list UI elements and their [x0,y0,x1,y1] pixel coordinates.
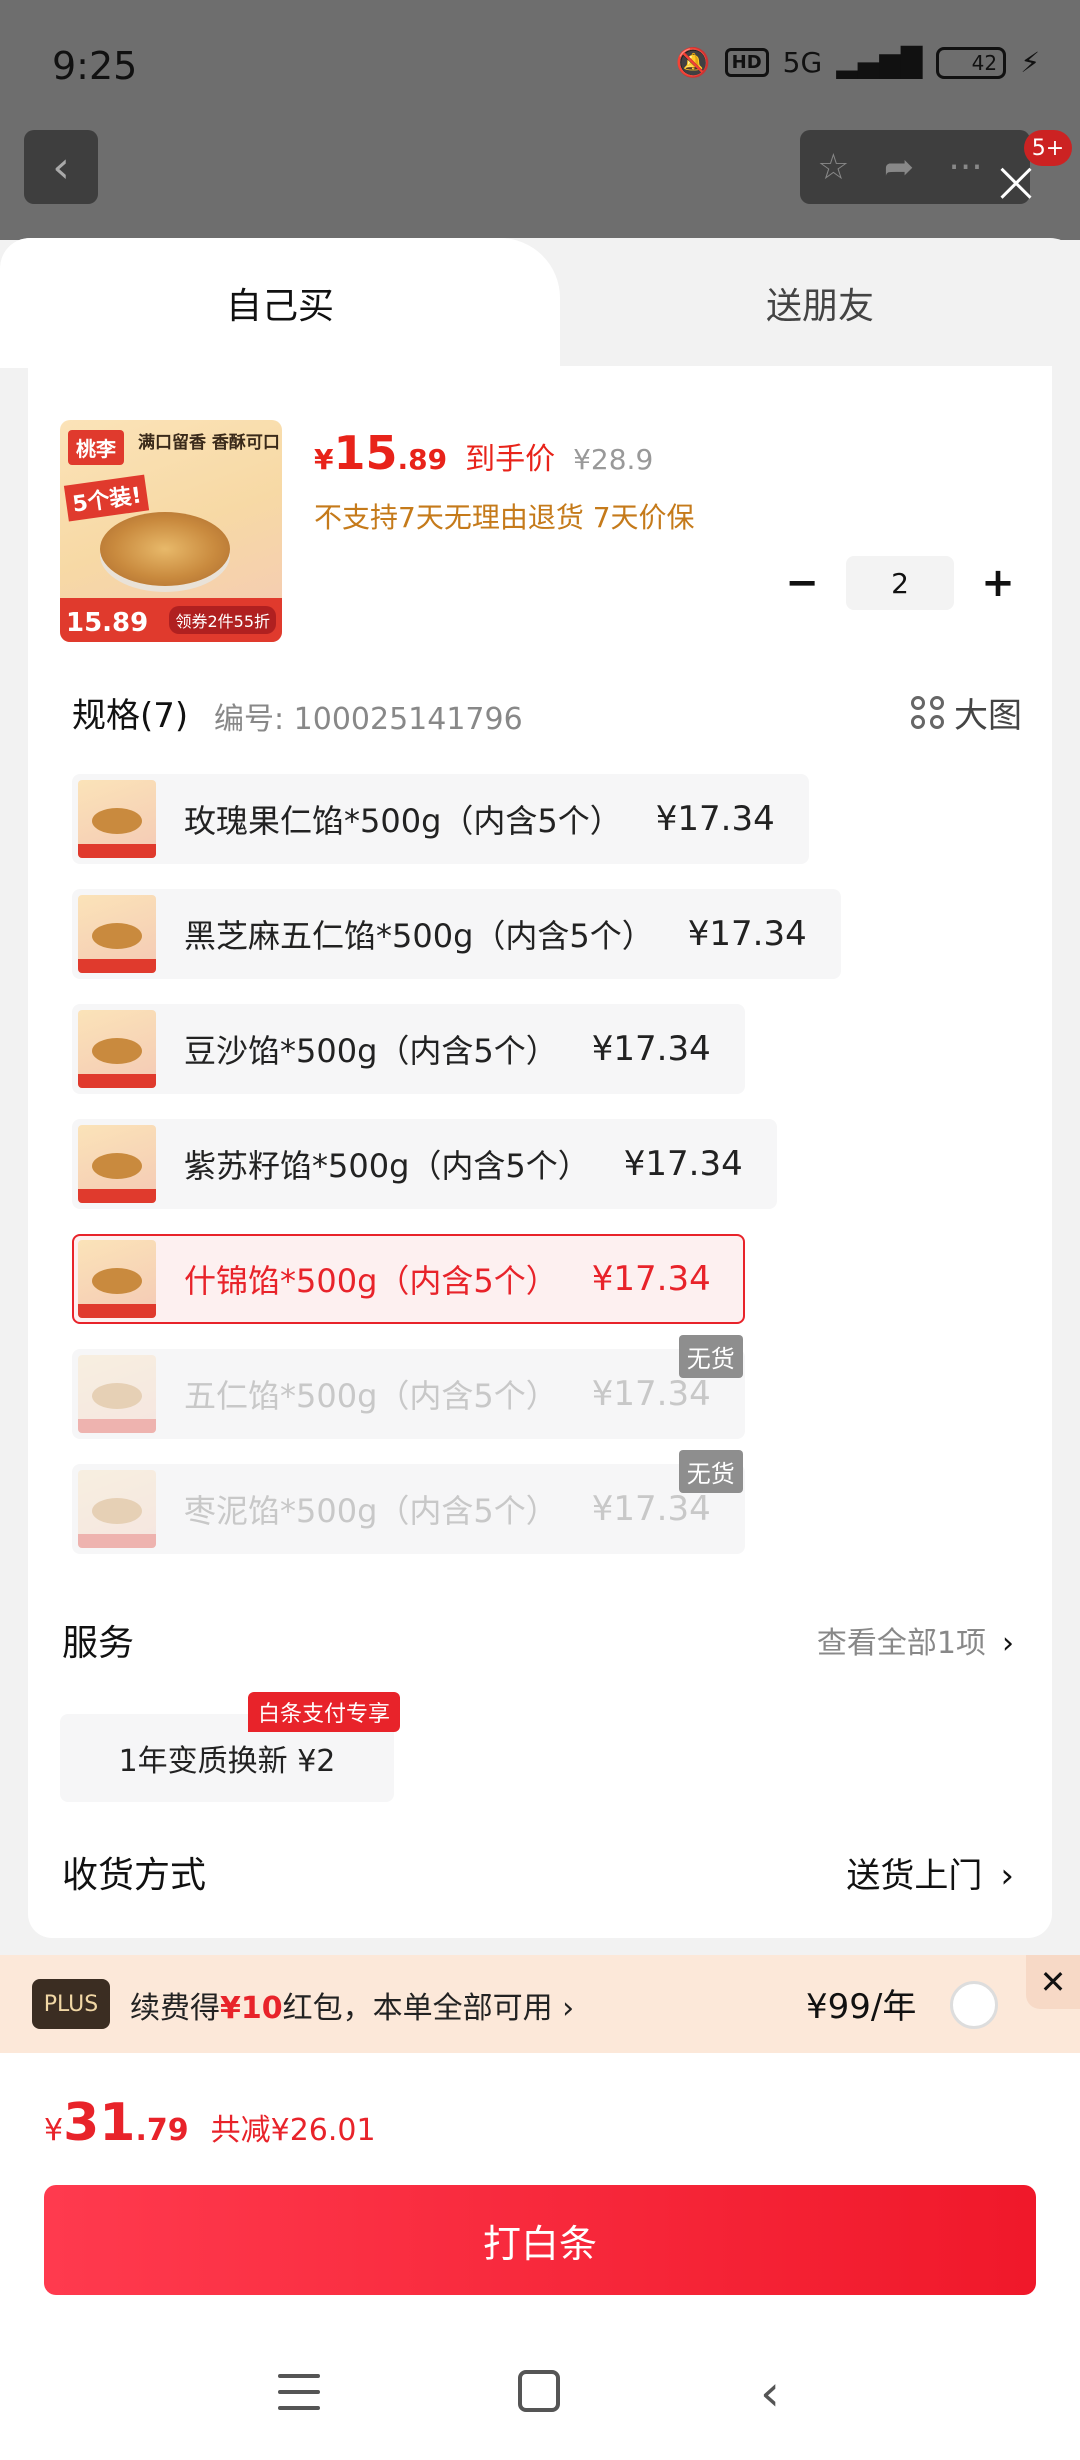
quantity-stepper: − 2 + [784,556,1016,610]
spec-title: 规格(7) [72,696,189,736]
spec-row: 豆沙馅*500g（内含5个） ¥17.34 [72,1004,1032,1119]
status-icons: 🔕 HD 5G ▂▄▆█ 42 ⚡ [676,46,1040,79]
service-more-link[interactable]: 查看全部1项 › [817,1618,1014,1662]
plus-button[interactable]: + [980,560,1016,606]
spec-price: ¥17.34 [687,914,807,954]
spec-thumbnail [78,1355,156,1433]
spec-list: 玫瑰果仁馅*500g（内含5个） ¥17.34 黑芝麻五仁馅*500g（内含5个） ¥… [72,774,1032,1579]
plus-promo-bar: PLUS 续费得¥10红包，本单全部可用 › ¥99/年 ✕ [0,1955,1080,2053]
minus-button[interactable]: − [784,560,820,606]
image-price: 15.89 [66,608,149,638]
signal-icon: ▂▄▆█ [836,46,923,79]
spec-price: ¥17.34 [655,799,775,839]
final-price: ¥15.89 [314,426,448,480]
chevron-right-icon: › [1000,1856,1014,1896]
image-coupon: 领券2件55折 [169,606,276,634]
spec-name: 玫瑰果仁馅*500g（内含5个） [184,802,622,840]
spec-option[interactable]: 什锦馅*500g（内含5个） ¥17.34 [72,1234,745,1324]
quantity-input[interactable]: 2 [846,556,954,610]
spec-name: 豆沙馅*500g（内含5个） [184,1032,558,1070]
out-of-stock-badge: 无货 [678,1335,743,1378]
purchase-sheet: 自己买 送朋友 桃李 满口留香 香酥可口 5个装! 15.89 领券2件55折 … [0,238,1080,2460]
plus-price: ¥99/年 [806,1987,917,2027]
spec-row: 紫苏籽馅*500g（内含5个） ¥17.34 [72,1119,1032,1234]
product-image[interactable]: 桃李 满口留香 香酥可口 5个装! 15.89 领券2件55折 [60,420,282,642]
spec-row: 什锦馅*500g（内含5个） ¥17.34 [72,1234,1032,1349]
status-time: 9:25 [52,44,138,88]
spec-option[interactable]: 枣泥馅*500g（内含5个） ¥17.34 无货 [72,1450,745,1554]
brand-logo: 桃李 [68,430,124,465]
close-icon[interactable]: × [986,152,1046,212]
total-saved: 共减¥26.01 [210,2113,376,2148]
spec-price: ¥17.34 [623,1144,743,1184]
battery-icon: 42 [936,46,1007,79]
system-navbar: ‹ [0,2330,1080,2460]
back-icon[interactable]: ‹ [760,2364,780,2422]
chevron-right-icon: › [1002,1626,1014,1661]
spec-row: 枣泥馅*500g（内含5个） ¥17.34 无货 [72,1450,1032,1579]
spec-thumbnail [78,780,156,858]
spec-option[interactable]: 豆沙馅*500g（内含5个） ¥17.34 [72,1004,745,1094]
delivery-title: 收货方式 [62,1855,207,1896]
spec-price: ¥17.34 [591,1374,711,1414]
plus-promo-text[interactable]: 续费得¥10红包，本单全部可用 › [130,1983,574,2027]
spec-thumbnail [78,895,156,973]
spec-name: 五仁馅*500g（内含5个） [184,1377,558,1415]
spec-price: ¥17.34 [591,1029,711,1069]
service-title: 服务 [62,1623,135,1664]
more-icon[interactable]: ··· [948,147,982,188]
pay-button[interactable]: 打白条 [44,2185,1036,2295]
spec-name: 紫苏籽馅*500g（内含5个） [184,1147,590,1185]
spec-thumbnail [78,1240,156,1318]
price-tag: 到手价 [465,442,556,477]
hd-icon: HD [724,48,769,77]
spec-name: 枣泥馅*500g（内含5个） [184,1492,558,1530]
spec-option[interactable]: 五仁馅*500g（内含5个） ¥17.34 无货 [72,1335,745,1439]
battery-level: 42 [971,50,998,75]
menu-icon[interactable] [278,2374,320,2410]
out-of-stock-badge: 无货 [678,1450,743,1493]
total-price: ¥31.79 共减¥26.01 [44,2093,376,2153]
service-badge: 白条支付专享 [248,1692,401,1732]
share-icon[interactable]: ➦ [884,147,914,188]
tabs: 自己买 送朋友 [0,238,1080,368]
spec-name: 黑芝麻五仁馅*500g（内含5个） [184,917,654,955]
image-sub: 5个装! [63,474,150,522]
spec-thumbnail [78,1470,156,1548]
spec-row: 玫瑰果仁馅*500g（内含5个） ¥17.34 [72,774,1032,889]
status-bar: 9:25 🔕 HD 5G ▂▄▆█ 42 ⚡ [0,0,1080,130]
spec-row: 五仁馅*500g（内含5个） ¥17.34 无货 [72,1335,1032,1464]
spec-name: 什锦馅*500g（内含5个） [184,1262,558,1300]
home-icon[interactable] [518,2370,560,2412]
tab-buy-self[interactable]: 自己买 [0,238,560,368]
big-view-button[interactable]: 大图 [911,688,1022,737]
spec-option[interactable]: 紫苏籽馅*500g（内含5个） ¥17.34 [72,1119,777,1209]
delivery-method[interactable]: 送货上门 › [846,1848,1014,1897]
close-icon[interactable]: ✕ [1026,1955,1080,2009]
spec-price: ¥17.34 [591,1259,711,1299]
charging-icon: ⚡ [1020,46,1040,79]
spec-thumbnail [78,1125,156,1203]
spec-header: 规格(7) 编号: 100025141796 大图 [72,688,1022,738]
mute-icon: 🔕 [675,46,711,79]
mooncake-picture [100,512,230,586]
grid-icon [911,696,944,729]
spec-price: ¥17.34 [591,1489,711,1529]
price-line: ¥15.89 到手价 ¥28.9 [314,426,653,480]
image-slogan: 满口留香 香酥可口 [138,433,280,453]
chevron-left-icon[interactable]: ‹ [24,130,98,204]
tab-gift-friend[interactable]: 送朋友 [560,238,1080,368]
spec-row: 黑芝麻五仁馅*500g（内含5个） ¥17.34 [72,889,1032,1004]
original-price: ¥28.9 [573,443,654,476]
plus-radio[interactable] [950,1981,998,2029]
star-icon[interactable]: ☆ [817,147,849,188]
plus-badge: PLUS [32,1979,110,2029]
spec-option[interactable]: 黑芝麻五仁馅*500g（内含5个） ¥17.34 [72,889,841,979]
product-code: 编号: 100025141796 [214,702,523,737]
product-card: 桃李 满口留香 香酥可口 5个装! 15.89 领券2件55折 ¥15.89 到… [28,366,1052,1938]
return-policy: 不支持7天无理由退货 7天价保 [314,501,695,534]
network-label: 5G [782,46,823,79]
spec-thumbnail [78,1010,156,1088]
spec-option[interactable]: 玫瑰果仁馅*500g（内含5个） ¥17.34 [72,774,809,864]
